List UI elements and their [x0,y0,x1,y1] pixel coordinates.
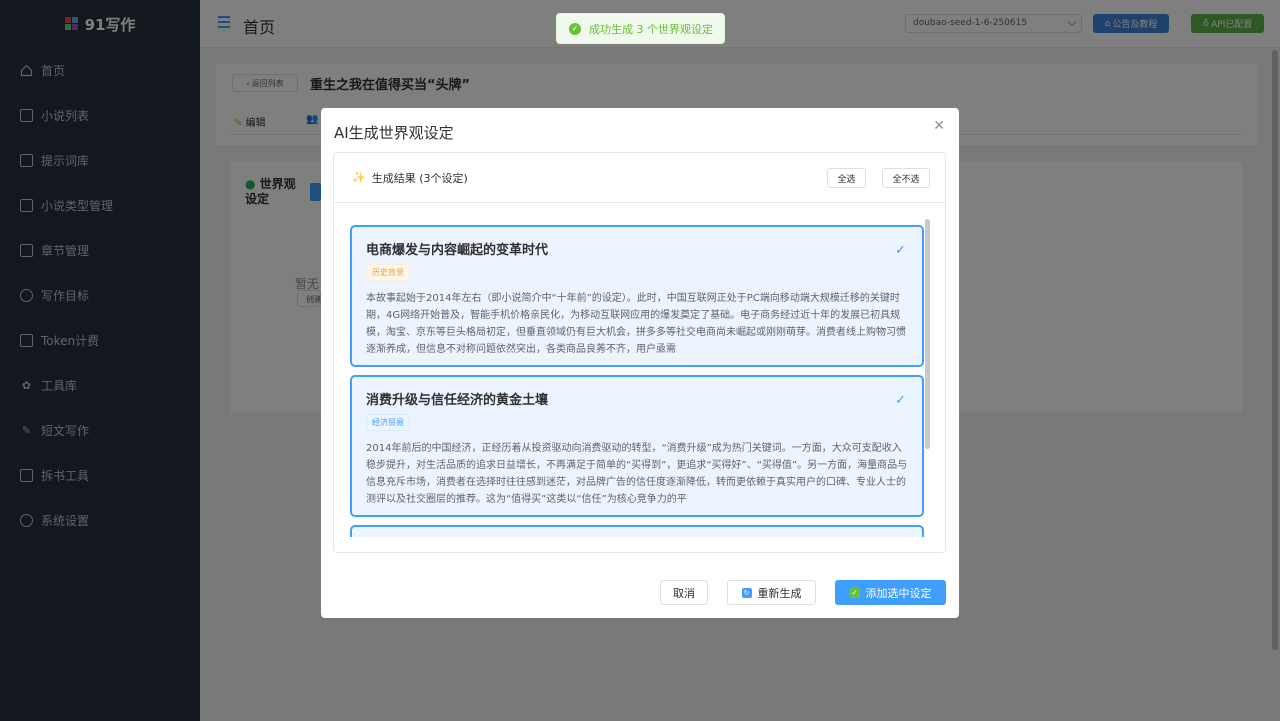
close-icon[interactable]: ✕ [933,118,945,134]
result-header: ✨ 生成结果 (3个设定) 全选 全不选 [334,153,945,203]
dialog-footer: 取消 ↻ 重新生成 ✓ 添加选中设定 [660,580,946,605]
check-icon: ✓ [895,243,906,258]
list-item[interactable]: 消费升级与信任经济的黄金土壤 ✓ 经济贸易 2014年前后的中国经济，正经历着从… [350,375,924,517]
list-item[interactable] [350,525,924,537]
regenerate-button-label: 重新生成 [757,586,802,600]
select-all-button[interactable]: 全选 [827,168,866,188]
toast-text: 成功生成 3 个世界观设定 [589,22,713,36]
check-icon: ✓ [895,393,906,408]
result-panel: ✨ 生成结果 (3个设定) 全选 全不选 电商爆发与内容崛起的变革时代 ✓ 历史… [333,152,946,553]
list-scrollbar[interactable] [925,219,930,449]
ai-world-setting-dialog: AI生成世界观设定 ✕ ✨ 生成结果 (3个设定) 全选 全不选 电商爆发与内容… [321,108,959,618]
item-title: 消费升级与信任经济的黄金土壤 [366,393,549,408]
refresh-icon: ↻ [741,587,752,598]
add-selected-button[interactable]: ✓ 添加选中设定 [835,580,946,605]
select-none-button[interactable]: 全不选 [882,168,930,188]
sparkle-icon: ✨ [352,171,366,184]
result-list[interactable]: 电商爆发与内容崛起的变革时代 ✓ 历史背景 本故事起始于2014年左右（即小说简… [350,217,930,537]
item-description: 本故事起始于2014年左右（即小说简介中“十年前”的设定）。此时，中国互联网正处… [366,293,906,355]
regenerate-button[interactable]: ↻ 重新生成 [727,580,816,605]
result-label: 生成结果 (3个设定) [371,171,468,185]
item-tag: 经济贸易 [366,414,410,431]
item-title: 电商爆发与内容崛起的变革时代 [366,243,549,258]
cancel-button-label: 取消 [673,586,695,600]
cancel-button[interactable]: 取消 [660,580,708,605]
item-description: 2014年前后的中国经济，正经历着从投资驱动向消费驱动的转型，“消费升级”成为热… [366,443,908,505]
check-circle-icon: ✓ [569,22,581,35]
add-button-label: 添加选中设定 [865,586,932,600]
dialog-title: AI生成世界观设定 [334,124,454,142]
item-tag: 历史背景 [366,264,410,281]
checkbox-icon: ✓ [849,587,860,598]
success-toast: ✓ 成功生成 3 个世界观设定 [556,13,725,44]
list-item[interactable]: 电商爆发与内容崛起的变革时代 ✓ 历史背景 本故事起始于2014年左右（即小说简… [350,225,924,367]
